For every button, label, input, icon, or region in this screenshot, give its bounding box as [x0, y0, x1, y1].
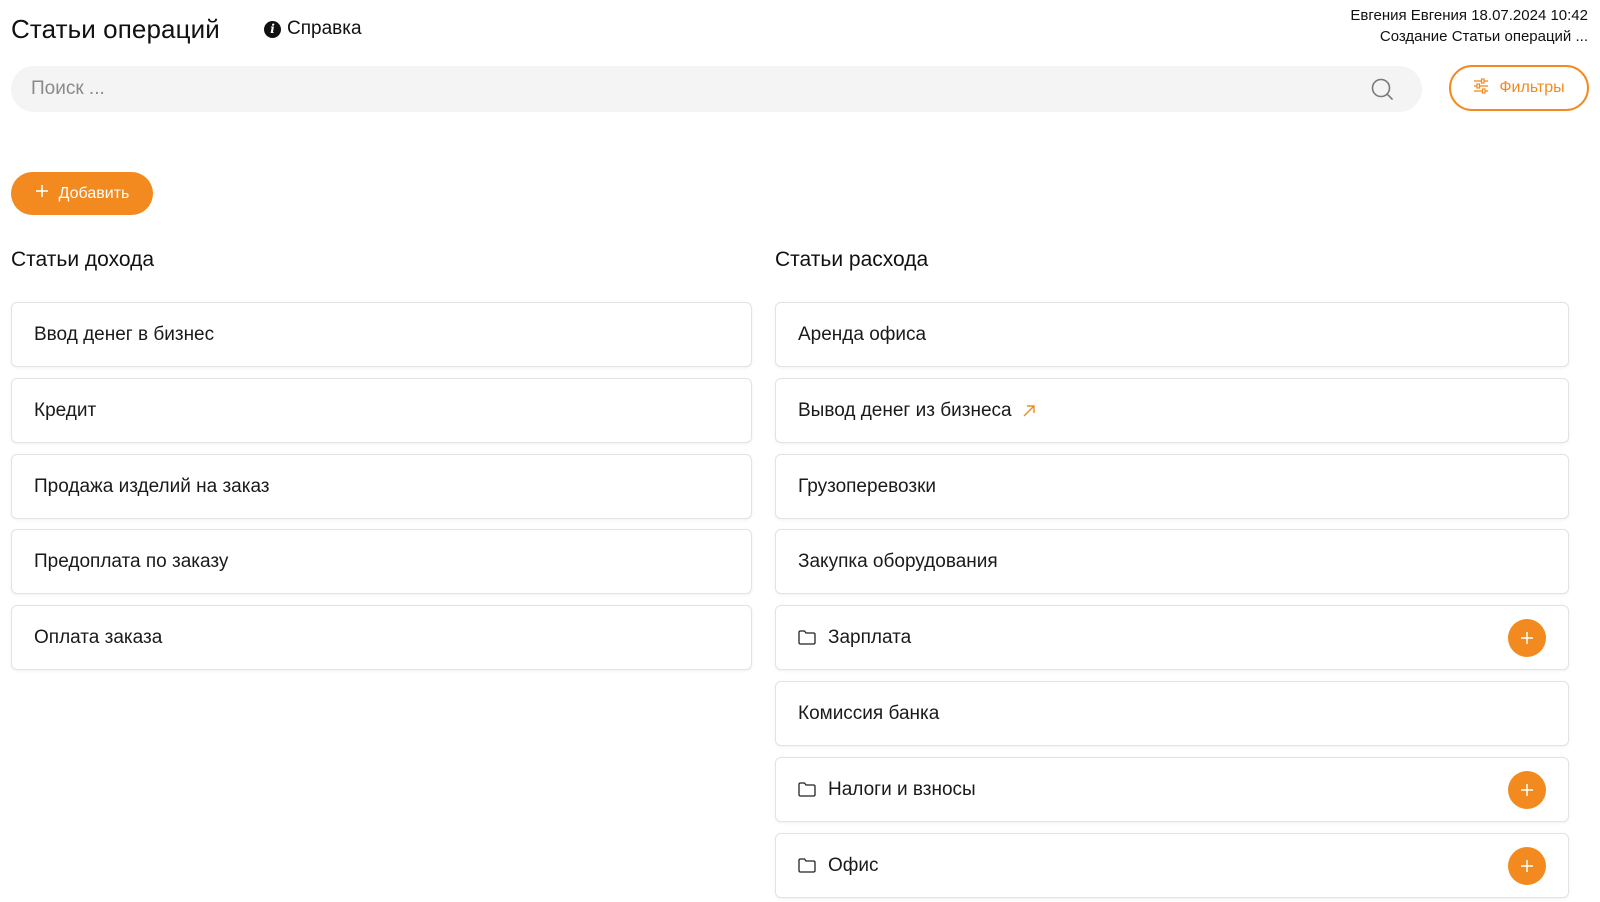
folder-icon	[798, 782, 816, 797]
income-item-label: Ввод денег в бизнес	[34, 323, 215, 345]
income-section-title: Статьи дохода	[11, 248, 155, 271]
expense-item-label: Зарплата	[828, 626, 912, 648]
external-link-icon[interactable]	[1022, 404, 1036, 418]
search-input[interactable]	[31, 78, 1370, 100]
expense-folder[interactable]: Зарплата	[775, 605, 1569, 670]
income-item[interactable]: Оплата заказа	[11, 605, 752, 670]
plus-icon	[35, 184, 49, 203]
add-subitem-button[interactable]	[1508, 770, 1546, 809]
expense-item[interactable]: Грузоперевозки	[775, 454, 1569, 519]
income-item[interactable]: Предоплата по заказу	[11, 529, 752, 594]
search-bar	[11, 66, 1422, 112]
sliders-icon	[1473, 77, 1489, 99]
expense-item-label: Налоги и взносы	[828, 778, 976, 800]
expense-item[interactable]: Вывод денег из бизнеса	[775, 378, 1569, 443]
current-context: Создание Статьи операций ...	[1379, 28, 1588, 45]
income-item-label: Предоплата по заказу	[34, 550, 229, 572]
expense-item-label: Аренда офиса	[798, 323, 927, 345]
expense-item[interactable]: Комиссия банка	[775, 681, 1569, 746]
income-item[interactable]: Ввод денег в бизнес	[11, 302, 752, 367]
filters-label: Фильтры	[1499, 79, 1565, 96]
expense-item[interactable]: Закупка оборудования	[775, 529, 1569, 594]
add-subitem-button[interactable]	[1508, 846, 1546, 885]
add-button[interactable]: Добавить	[11, 172, 153, 215]
income-item[interactable]: Продажа изделий на заказ	[11, 454, 752, 519]
user-info: Евгения Евгения 18.07.2024 10:42 Создани…	[1350, 5, 1588, 47]
expense-item-label: Комиссия банка	[798, 702, 940, 724]
expense-section-title: Статьи расхода	[775, 248, 929, 271]
search-icon[interactable]	[1370, 77, 1394, 101]
page-title: Статьи операций	[11, 14, 220, 44]
help-link[interactable]: i Справка	[264, 18, 362, 40]
expense-item-label: Вывод денег из бизнеса	[798, 399, 1012, 421]
user-name-date: Евгения Евгения 18.07.2024 10:42	[1350, 7, 1588, 24]
folder-icon	[798, 858, 816, 873]
expense-item-label: Грузоперевозки	[798, 475, 937, 497]
income-item-label: Кредит	[34, 399, 97, 421]
folder-icon	[798, 630, 816, 645]
info-icon: i	[264, 20, 281, 38]
expense-folder[interactable]: Налоги и взносы	[775, 757, 1569, 822]
add-label: Добавить	[58, 184, 130, 202]
income-item-label: Продажа изделий на заказ	[34, 475, 270, 497]
income-item[interactable]: Кредит	[11, 378, 752, 443]
add-subitem-button[interactable]	[1508, 618, 1546, 657]
expense-item-label: Закупка оборудования	[798, 550, 998, 572]
expense-item-label: Офис	[828, 854, 879, 876]
income-item-label: Оплата заказа	[34, 626, 163, 648]
expense-folder[interactable]: Офис	[775, 833, 1569, 898]
help-label: Справка	[287, 18, 362, 39]
expense-item[interactable]: Аренда офиса	[775, 302, 1569, 367]
filters-button[interactable]: Фильтры	[1449, 65, 1589, 111]
